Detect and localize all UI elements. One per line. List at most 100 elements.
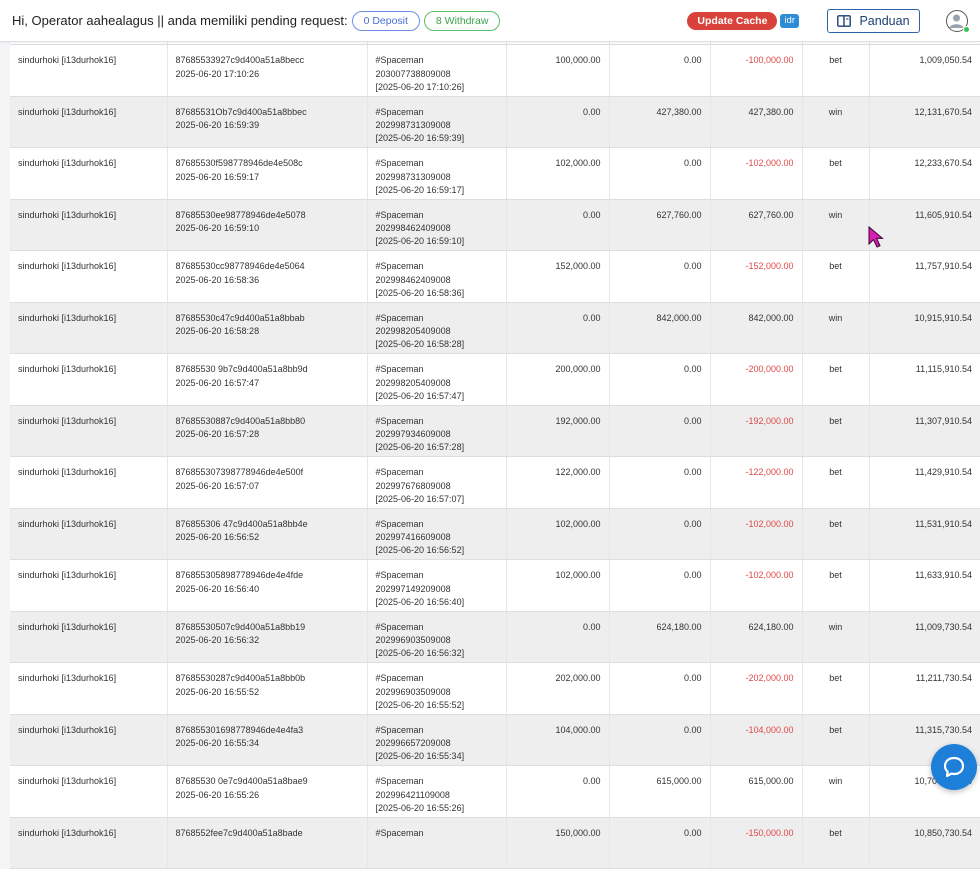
- cell-transaction: 876855301698778946de4e4fa3 2025-06-20 16:…: [167, 714, 368, 767]
- cell-amount: -202,000.00: [710, 662, 803, 715]
- cell-debit: 0.00: [506, 611, 610, 664]
- book-icon: [837, 14, 852, 27]
- cell-game: #Spaceman 202997676809008 [2025-06-20 16:5…: [367, 456, 507, 509]
- cell-amount: -102,000.00: [710, 559, 803, 612]
- round-time: [2025-06-20 16:59:10]: [375, 236, 465, 247]
- table-row[interactable]: sindurhoki [i13durhok16] 87685533927c9d40…: [10, 44, 980, 97]
- round-id: 202998731309008: [375, 120, 451, 131]
- cell-amount: 624,180.00: [710, 611, 803, 664]
- transaction-id: 87685530887c9d400a51a8bb80: [175, 415, 306, 426]
- cell-transaction: 876855306 47c9d400a51a8bb4e 2025-06-20 16…: [167, 508, 368, 561]
- transaction-id: 87685531Ob7c9d400a51a8bbec: [175, 106, 307, 117]
- live-chat-button[interactable]: [931, 744, 977, 790]
- game-name: #Spaceman: [375, 673, 424, 684]
- cell-debit: 0.00: [506, 199, 610, 252]
- round-id: 202996421109008: [375, 789, 450, 800]
- cell-game: #Spaceman: [367, 817, 507, 869]
- game-name: #Spaceman: [375, 55, 424, 66]
- cell-game: #Spaceman 203007738809008 [2025-06-20 17:1…: [367, 44, 507, 97]
- table-row[interactable]: sindurhoki [i13durhok16] 87685530f5987789…: [10, 147, 980, 200]
- round-time: [2025-06-20 16:55:52]: [375, 699, 465, 710]
- username: sindurhoki [i13durhok16]: [18, 364, 117, 375]
- table-row[interactable]: sindurhoki [i13durhok16] 8768553058987789…: [10, 559, 980, 612]
- table-row[interactable]: sindurhoki [i13durhok16] 87685531Ob7c9d40…: [10, 96, 980, 149]
- cell-amount: -102,000.00: [710, 508, 803, 561]
- cell-balance: 10,915,910.54: [869, 302, 980, 355]
- transaction-id: 876855307398778946de4e500f: [175, 467, 304, 478]
- cell-balance: 11,531,910.54: [869, 508, 980, 561]
- table-row[interactable]: sindurhoki [i13durhok16] 876855306 47c9d4…: [10, 508, 980, 561]
- round-id: 202998462409008: [375, 223, 451, 234]
- cell-user: sindurhoki [i13durhok16]: [10, 96, 168, 149]
- cell-balance: 11,429,910.54: [869, 456, 980, 509]
- cell-transaction: 87685530 9b7c9d400a51a8bb9d 2025-06-20 16…: [167, 353, 368, 406]
- cell-debit: 104,000.00: [506, 714, 610, 767]
- cell-type: bet: [802, 147, 870, 200]
- round-id: 202996903509008: [375, 686, 451, 697]
- round-id: 202998731309008: [375, 171, 451, 182]
- cell-debit: 122,000.00: [506, 456, 610, 509]
- table-row[interactable]: sindurhoki [i13durhok16] 8768552fee7c9d40…: [10, 817, 980, 869]
- cell-credit: 427,380.00: [609, 96, 711, 149]
- transaction-time: 2025-06-20 16:55:34: [175, 738, 260, 749]
- cell-game: #Spaceman 202998731309008 [2025-06-20 16:5…: [367, 147, 507, 200]
- transaction-id: 87685530ee98778946de4e5078: [175, 209, 306, 220]
- table-row[interactable]: sindurhoki [i13durhok16] 87685530287c9d40…: [10, 662, 980, 715]
- cell-transaction: 8768552fee7c9d400a51a8bade: [167, 817, 368, 869]
- cell-transaction: 87685530f598778946de4e508c 2025-06-20 16:…: [167, 147, 368, 200]
- transaction-time: 2025-06-20 16:56:32: [175, 635, 260, 646]
- cell-debit: 200,000.00: [506, 353, 610, 406]
- round-id: 202998205409008: [375, 326, 451, 337]
- cell-transaction: 876855305898778946de4e4fde 2025-06-20 16:…: [167, 559, 368, 612]
- cell-balance: 12,233,670.54: [869, 147, 980, 200]
- game-name: #Spaceman: [375, 261, 424, 272]
- cell-game: #Spaceman 202998462409008 [2025-06-20 16:5…: [367, 199, 507, 252]
- table-row[interactable]: sindurhoki [i13durhok16] 87685530507c9d40…: [10, 611, 980, 664]
- round-time: [2025-06-20 16:57:07]: [375, 493, 465, 504]
- guide-label: Panduan: [859, 13, 910, 28]
- cell-game: #Spaceman 202996903509008 [2025-06-20 16:5…: [367, 662, 507, 715]
- cell-debit: 102,000.00: [506, 147, 610, 200]
- table-row[interactable]: sindurhoki [i13durhok16] 87685530 9b7c9d4…: [10, 353, 980, 406]
- round-id: 202997934609008: [375, 429, 451, 440]
- round-time: [2025-06-20 16:55:34]: [375, 751, 465, 762]
- cell-game: #Spaceman 202996903509008 [2025-06-20 16:5…: [367, 611, 507, 664]
- cell-credit: 842,000.00: [609, 302, 711, 355]
- cell-credit: 624,180.00: [609, 611, 711, 664]
- cell-credit: 0.00: [609, 817, 711, 869]
- transaction-time: 2025-06-20 16:57:28: [175, 429, 260, 440]
- round-id: 202998205409008: [375, 377, 451, 388]
- cell-user: sindurhoki [i13durhok16]: [10, 508, 168, 561]
- cell-debit: 102,000.00: [506, 508, 610, 561]
- cell-type: bet: [802, 44, 870, 97]
- table-row[interactable]: sindurhoki [i13durhok16] 87685530cc987789…: [10, 250, 980, 303]
- transaction-time: 2025-06-20 16:59:17: [175, 171, 260, 182]
- top-navbar: Hi, Operator aahealagus || anda memiliki…: [0, 0, 980, 42]
- table-row[interactable]: sindurhoki [i13durhok16] 8768553016987789…: [10, 714, 980, 767]
- table-row[interactable]: sindurhoki [i13durhok16] 87685530ee987789…: [10, 199, 980, 252]
- pending-deposit-button[interactable]: 0 Deposit: [351, 10, 420, 31]
- update-cache-button[interactable]: Update Cache: [687, 11, 778, 30]
- cell-balance: 11,115,910.54: [869, 353, 980, 406]
- cell-user: sindurhoki [i13durhok16]: [10, 405, 168, 458]
- cell-game: #Spaceman 202997416609008 [2025-06-20 16:5…: [367, 508, 507, 561]
- guide-button[interactable]: Panduan: [827, 8, 920, 33]
- cell-user: sindurhoki [i13durhok16]: [10, 817, 168, 869]
- transaction-time: 2025-06-20 16:57:07: [175, 480, 260, 491]
- game-name: #Spaceman: [375, 209, 424, 220]
- table-row[interactable]: sindurhoki [i13durhok16] 87685530887c9d40…: [10, 405, 980, 458]
- table-row[interactable]: sindurhoki [i13durhok16] 8768553073987789…: [10, 456, 980, 509]
- cell-credit: 627,760.00: [609, 199, 711, 252]
- transaction-time: 2025-06-20 16:59:39: [175, 120, 260, 131]
- cell-balance: 11,211,730.54: [869, 662, 980, 715]
- transaction-id: 87685530 9b7c9d400a51a8bb9d: [175, 364, 308, 375]
- cell-balance: 11,009,730.54: [869, 611, 980, 664]
- table-row[interactable]: sindurhoki [i13durhok16] 87685530 0e7c9d4…: [10, 765, 980, 818]
- table-row[interactable]: sindurhoki [i13durhok16] 87685530c47c9d40…: [10, 302, 980, 355]
- user-avatar-icon[interactable]: [946, 9, 970, 33]
- transaction-time: 2025-06-20 16:56:52: [175, 532, 260, 543]
- transaction-id: 87685530c47c9d400a51a8bbab: [175, 312, 305, 323]
- cell-type: bet: [802, 353, 870, 406]
- pending-withdraw-button[interactable]: 8 Withdraw: [423, 10, 501, 31]
- cell-credit: 0.00: [609, 508, 711, 561]
